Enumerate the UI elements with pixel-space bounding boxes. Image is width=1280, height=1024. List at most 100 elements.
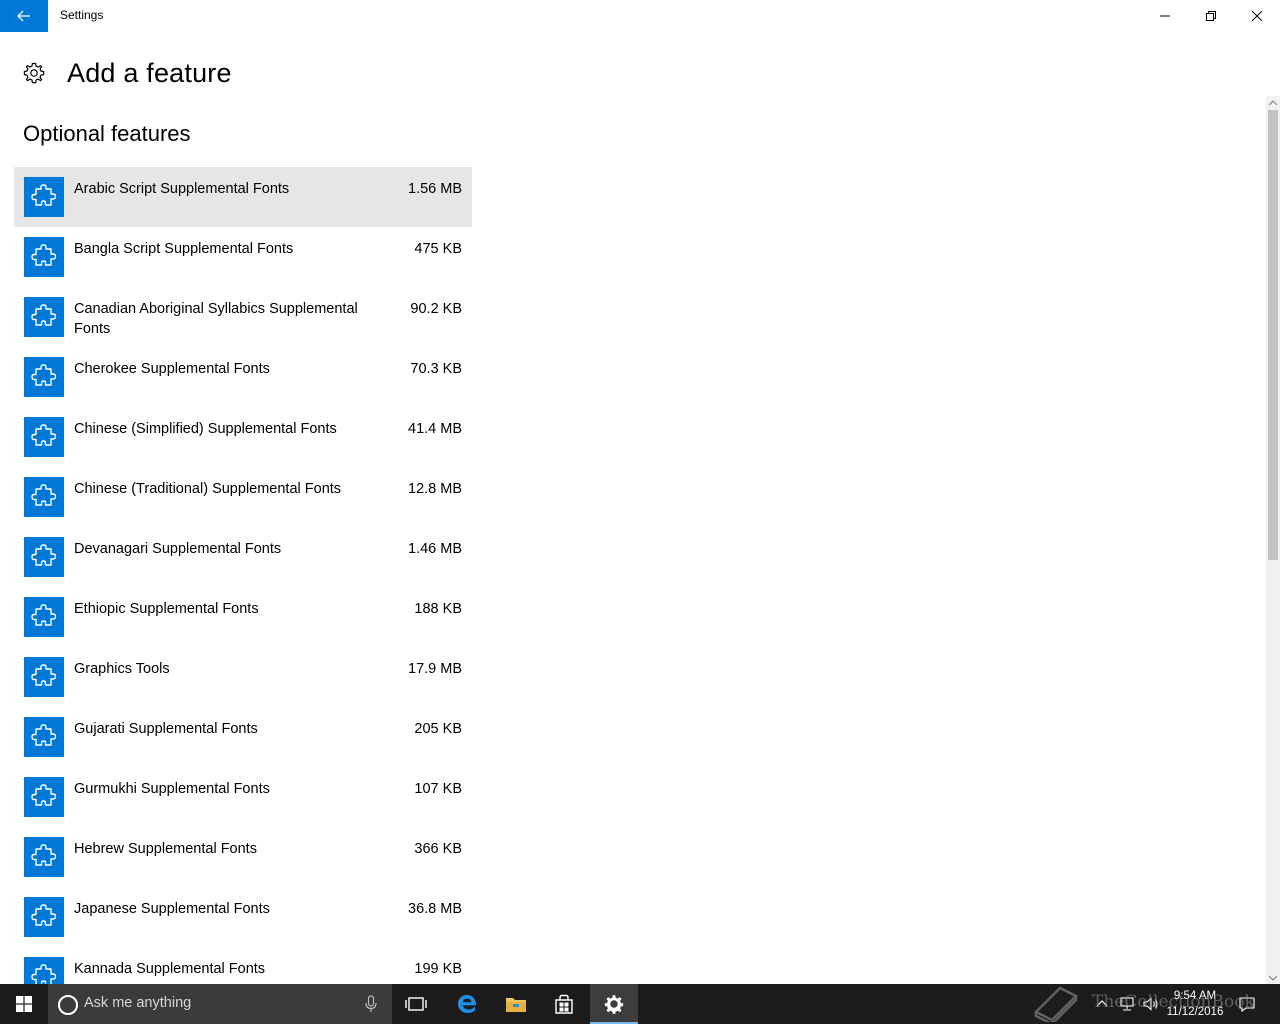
feature-size: 12.8 MB xyxy=(408,481,462,497)
taskbar: Ask me anything 9:54 AM 11/12/2016 xyxy=(0,984,1280,1024)
edge-icon xyxy=(458,995,477,1013)
feature-size: 1.56 MB xyxy=(408,181,462,197)
feature-name: Chinese (Simplified) Supplemental Fonts xyxy=(74,421,337,437)
search-placeholder: Ask me anything xyxy=(84,995,192,1011)
puzzle-piece-icon xyxy=(24,717,64,757)
section-title: Optional features xyxy=(23,121,191,146)
feature-item[interactable]: Japanese Supplemental Fonts 36.8 MB xyxy=(14,887,472,947)
settings-window: Settings Add a feature Optional features xyxy=(0,0,1280,984)
task-view-button[interactable] xyxy=(392,984,440,1024)
scroll-up-button[interactable] xyxy=(1266,96,1280,108)
feature-size: 70.3 KB xyxy=(410,361,462,377)
feature-size: 17.9 MB xyxy=(408,661,462,677)
app-title: Settings xyxy=(60,8,104,22)
feature-size: 1.46 MB xyxy=(408,541,462,557)
feature-item[interactable]: Gujarati Supplemental Fonts 205 KB xyxy=(14,707,472,767)
feature-size: 36.8 MB xyxy=(408,901,462,917)
scroll-down-icon xyxy=(1269,975,1277,981)
gear-icon xyxy=(23,62,45,84)
cortana-search-box[interactable]: Ask me anything xyxy=(48,984,392,1024)
feature-size: 90.2 KB xyxy=(410,301,462,317)
cortana-icon xyxy=(58,995,78,1015)
feature-size: 366 KB xyxy=(414,841,462,857)
feature-name: Graphics Tools xyxy=(74,661,170,677)
volume-icon[interactable] xyxy=(1142,996,1160,1012)
system-clock[interactable]: 9:54 AM 11/12/2016 xyxy=(1162,988,1228,1020)
edge-browser-button[interactable] xyxy=(443,984,491,1024)
store-button[interactable] xyxy=(540,984,588,1024)
puzzle-piece-icon xyxy=(24,597,64,637)
feature-item[interactable]: Canadian Aboriginal Syllabics Supplement… xyxy=(14,287,472,347)
feature-name: Arabic Script Supplemental Fonts xyxy=(74,181,290,197)
feature-item[interactable]: Ethiopic Supplemental Fonts 188 KB xyxy=(14,587,472,647)
task-view-icon xyxy=(405,997,427,1011)
vertical-scrollbar[interactable] xyxy=(1266,96,1280,984)
close-button[interactable] xyxy=(1234,0,1280,32)
store-bag-icon xyxy=(555,994,573,1014)
feature-item[interactable]: Chinese (Simplified) Supplemental Fonts … xyxy=(14,407,472,467)
feature-name: Hebrew Supplemental Fonts xyxy=(74,841,257,857)
scroll-thumb[interactable] xyxy=(1268,110,1278,560)
gear-icon xyxy=(604,995,624,1014)
feature-item[interactable]: Devanagari Supplemental Fonts 1.46 MB xyxy=(14,527,472,587)
puzzle-piece-icon xyxy=(24,417,64,457)
back-button[interactable] xyxy=(0,0,48,32)
puzzle-piece-icon xyxy=(24,897,64,937)
minimize-icon xyxy=(1160,15,1170,17)
feature-size: 188 KB xyxy=(414,601,462,617)
feature-name: Kannada Supplemental Fonts xyxy=(74,961,266,977)
start-button[interactable] xyxy=(0,984,48,1024)
page-header: Add a feature xyxy=(22,56,232,90)
feature-item[interactable]: Hebrew Supplemental Fonts 366 KB xyxy=(14,827,472,887)
feature-name: Japanese Supplemental Fonts xyxy=(74,901,270,917)
feature-size: 41.4 MB xyxy=(408,421,462,437)
restore-icon xyxy=(1206,11,1216,21)
puzzle-piece-icon xyxy=(24,357,64,397)
feature-item[interactable]: Kannada Supplemental Fonts 199 KB xyxy=(14,947,472,984)
puzzle-piece-icon xyxy=(24,537,64,577)
feature-item[interactable]: Gurmukhi Supplemental Fonts 107 KB xyxy=(14,767,472,827)
feature-item[interactable]: Bangla Script Supplemental Fonts 475 KB xyxy=(14,227,472,287)
page-title: Add a feature xyxy=(67,57,232,88)
feature-size: 205 KB xyxy=(414,721,462,737)
puzzle-piece-icon xyxy=(24,297,64,337)
puzzle-piece-icon xyxy=(24,657,64,697)
feature-item[interactable]: Arabic Script Supplemental Fonts 1.56 MB xyxy=(14,167,472,227)
settings-taskbar-button[interactable] xyxy=(590,984,638,1024)
feature-size: 107 KB xyxy=(414,781,462,797)
feature-list: Arabic Script Supplemental Fonts 1.56 MB… xyxy=(14,167,472,984)
feature-name: Ethiopic Supplemental Fonts xyxy=(74,601,259,617)
minimize-button[interactable] xyxy=(1142,0,1188,32)
clock-time: 9:54 AM xyxy=(1173,990,1217,1002)
feature-item[interactable]: Graphics Tools 17.9 MB xyxy=(14,647,472,707)
puzzle-piece-icon xyxy=(24,837,64,877)
feature-size: 475 KB xyxy=(414,241,462,257)
feature-name: Bangla Script Supplemental Fonts xyxy=(74,241,294,257)
microphone-icon[interactable] xyxy=(364,995,378,1013)
network-icon[interactable] xyxy=(1118,996,1136,1012)
title-bar: Settings xyxy=(0,0,1280,32)
clock-date: 11/12/2016 xyxy=(1166,1006,1224,1018)
puzzle-piece-icon xyxy=(24,477,64,517)
windows-logo-icon xyxy=(16,996,32,1012)
restore-button[interactable] xyxy=(1188,0,1234,32)
feature-item[interactable]: Cherokee Supplemental Fonts 70.3 KB xyxy=(14,347,472,407)
feature-name: Gurmukhi Supplemental Fonts xyxy=(74,781,270,797)
feature-name: Devanagari Supplemental Fonts xyxy=(74,541,282,557)
puzzle-piece-icon xyxy=(24,177,64,217)
puzzle-piece-icon xyxy=(24,237,64,277)
back-arrow-icon xyxy=(17,10,30,22)
feature-size: 199 KB xyxy=(414,961,462,977)
scroll-down-button[interactable] xyxy=(1266,972,1280,984)
file-explorer-button[interactable] xyxy=(492,984,540,1024)
feature-name: Gujarati Supplemental Fonts xyxy=(74,721,258,737)
feature-item[interactable]: Chinese (Traditional) Supplemental Fonts… xyxy=(14,467,472,527)
show-hidden-icons-icon[interactable] xyxy=(1094,996,1110,1012)
feature-name: Chinese (Traditional) Supplemental Fonts xyxy=(74,481,342,497)
folder-icon xyxy=(506,998,526,1012)
feature-name: Cherokee Supplemental Fonts xyxy=(74,361,270,377)
puzzle-piece-icon xyxy=(24,957,64,984)
feature-name: Canadian Aboriginal Syllabics Supplement… xyxy=(74,301,358,337)
action-center-icon[interactable] xyxy=(1238,996,1256,1012)
scroll-up-icon xyxy=(1269,99,1277,105)
